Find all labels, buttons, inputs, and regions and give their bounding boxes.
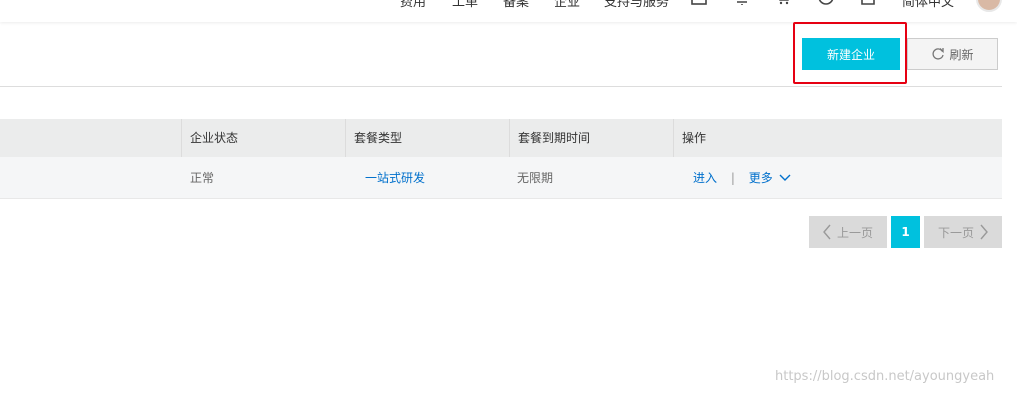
- cart-icon[interactable]: [776, 0, 792, 6]
- next-page-label: 下一页: [937, 225, 974, 240]
- column-separator: [181, 119, 182, 157]
- prev-page-button[interactable]: 上一页: [809, 216, 887, 248]
- divider: [0, 86, 1002, 87]
- cell-status: 正常: [190, 171, 215, 185]
- bell-icon[interactable]: [734, 0, 750, 6]
- enter-link[interactable]: 进入: [693, 171, 717, 185]
- chevron-right-icon: [980, 224, 988, 240]
- chevron-left-icon: [823, 224, 831, 240]
- page-1-button[interactable]: 1: [891, 216, 920, 248]
- column-separator: [345, 119, 346, 157]
- action-separator: |: [730, 171, 735, 185]
- new-enterprise-button[interactable]: 新建企业: [802, 38, 900, 70]
- header-expiry: 套餐到期时间: [518, 131, 591, 145]
- more-dropdown[interactable]: 更多: [749, 157, 791, 199]
- refresh-label: 刷新: [949, 47, 974, 62]
- cell-expiry: 无限期: [517, 171, 554, 185]
- cell-actions: 进入 | 更多: [693, 157, 791, 199]
- nav-item-billing[interactable]: 费用: [400, 0, 426, 10]
- cell-package-link[interactable]: 一站式研发: [365, 157, 425, 199]
- watermark: https://blog.csdn.net/ayoungyeah: [775, 369, 995, 384]
- column-separator: [673, 119, 674, 157]
- header-status: 企业状态: [190, 131, 239, 145]
- nav-item-tickets[interactable]: 工单: [452, 0, 478, 10]
- nav-item-support[interactable]: 支持与服务: [604, 0, 669, 10]
- chevron-down-icon: [779, 174, 791, 181]
- nav-item-enterprise[interactable]: 企业: [554, 0, 580, 10]
- nav-item-filing[interactable]: 备案: [503, 0, 529, 10]
- language-switch[interactable]: 简体中文: [902, 0, 954, 10]
- home-icon[interactable]: [860, 0, 876, 6]
- help-icon[interactable]: [818, 0, 834, 6]
- message-icon[interactable]: [691, 0, 707, 6]
- table-header: 企业状态 套餐类型 套餐到期时间 操作: [0, 119, 1002, 157]
- refresh-button[interactable]: 刷新: [907, 38, 998, 70]
- header-actions: 操作: [682, 131, 707, 145]
- table-row: 正常 一站式研发 无限期 进入 | 更多: [0, 157, 1002, 199]
- refresh-icon: [932, 48, 945, 60]
- prev-page-label: 上一页: [836, 225, 873, 240]
- next-page-button[interactable]: 下一页: [924, 216, 1002, 248]
- column-separator: [509, 119, 510, 157]
- more-label: 更多: [748, 171, 773, 185]
- header-package-type: 套餐类型: [354, 131, 403, 145]
- avatar[interactable]: [976, 0, 1002, 12]
- top-nav: 费用 工单 备案 企业 支持与服务 简体中文: [0, 0, 1017, 22]
